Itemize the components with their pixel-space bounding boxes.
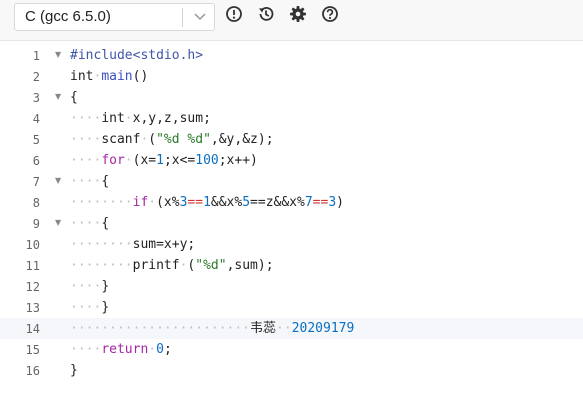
code-line: 1 ▼ #include<stdio.h> <box>0 45 583 66</box>
code-text: ········sum=x+y; <box>70 237 196 252</box>
help-icon[interactable] <box>320 4 340 24</box>
history-icon[interactable] <box>256 4 276 24</box>
code-text: { <box>70 90 78 105</box>
code-text: ····} <box>70 279 110 294</box>
language-select-value: C (gcc 6.5.0) <box>25 8 111 25</box>
line-number: 16 <box>25 364 40 378</box>
code-text: #include<stdio.h> <box>70 48 204 63</box>
code-text: ·······················韦蕊··20209179 <box>70 321 355 336</box>
line-number: 15 <box>25 343 40 357</box>
code-text: ····for·(x=1;x<=100;x++) <box>70 153 258 168</box>
line-number: 4 <box>32 112 40 126</box>
code-line: 2 int·main() <box>0 66 583 87</box>
code-line: 13 ····} <box>0 297 583 318</box>
code-text: ····{ <box>70 216 110 231</box>
alert-circle-icon[interactable] <box>224 4 244 24</box>
line-number: 11 <box>25 259 40 273</box>
toolbar: C (gcc 6.5.0) <box>0 0 583 41</box>
line-number: 2 <box>32 70 40 84</box>
line-number: 8 <box>32 196 40 210</box>
code-text: ········if·(x%3==1&&x%5==z&&x%7==3) <box>70 195 344 210</box>
line-number: 10 <box>25 238 40 252</box>
language-select-divider <box>182 8 183 27</box>
language-select[interactable]: C (gcc 6.5.0) <box>14 3 215 31</box>
line-number: 1 <box>32 49 40 63</box>
code-text: ········printf·("%d",sum); <box>70 258 274 273</box>
code-text: int·main() <box>70 69 149 84</box>
code-text: } <box>70 363 78 378</box>
line-number: 14 <box>25 322 40 336</box>
code-line: 3 ▼ { <box>0 87 583 108</box>
line-number: 12 <box>25 280 40 294</box>
code-line: 9 ▼ ····{ <box>0 213 583 234</box>
chevron-down-icon[interactable] <box>193 11 207 23</box>
code-text: ····int·x,y,z,sum; <box>70 111 211 126</box>
line-number: 7 <box>32 175 40 189</box>
code-line: 11 ········printf·("%d",sum); <box>0 255 583 276</box>
line-number: 13 <box>25 301 40 315</box>
line-number: 6 <box>32 154 40 168</box>
line-number: 9 <box>32 217 40 231</box>
code-line: 16 } <box>0 360 583 381</box>
code-text: ····{ <box>70 174 110 189</box>
code-line: 6 ····for·(x=1;x<=100;x++) <box>0 150 583 171</box>
code-text: ····scanf·("%d %d",&y,&z); <box>70 132 274 147</box>
code-line: 4 ····int·x,y,z,sum; <box>0 108 583 129</box>
fold-arrow-icon[interactable]: ▼ <box>55 219 61 227</box>
code-line: 12 ····} <box>0 276 583 297</box>
code-text: ····} <box>70 300 110 315</box>
gear-icon[interactable] <box>288 4 308 24</box>
code-line: 10 ········sum=x+y; <box>0 234 583 255</box>
fold-arrow-icon[interactable]: ▼ <box>55 93 61 101</box>
code-line: 7 ▼ ····{ <box>0 171 583 192</box>
code-line: 5 ····scanf·("%d %d",&y,&z); <box>0 129 583 150</box>
code-editor[interactable]: 1 ▼ #include<stdio.h> 2 int·main() 3 ▼ {… <box>0 41 583 412</box>
fold-arrow-icon[interactable]: ▼ <box>55 177 61 185</box>
line-number: 3 <box>32 91 40 105</box>
code-line: 8 ········if·(x%3==1&&x%5==z&&x%7==3) <box>0 192 583 213</box>
line-number: 5 <box>32 133 40 147</box>
code-line-active: 14 ·······················韦蕊··20209179 <box>0 318 583 339</box>
code-text: ····return·0; <box>70 342 172 357</box>
code-line: 15 ····return·0; <box>0 339 583 360</box>
fold-arrow-icon[interactable]: ▼ <box>55 51 61 59</box>
